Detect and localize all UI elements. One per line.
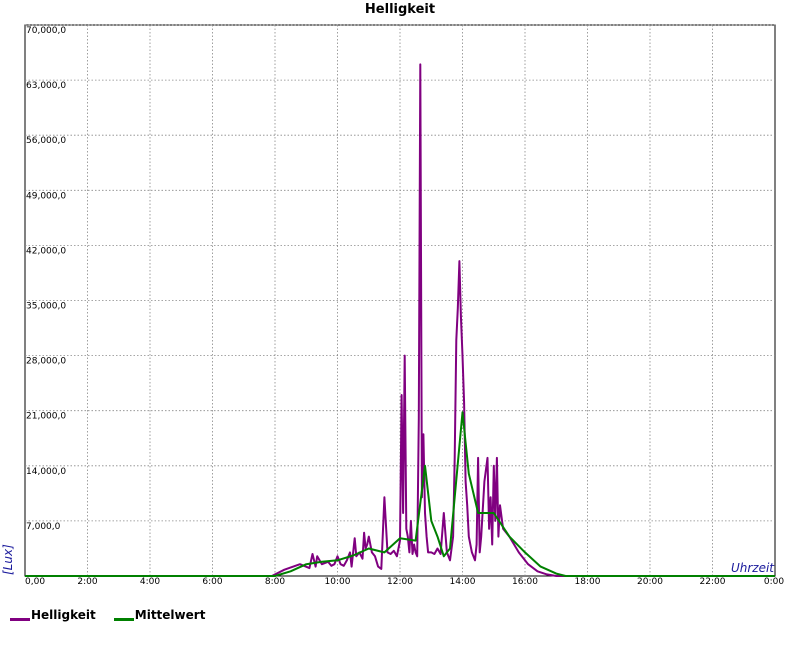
x-tick-labels: 0,00 2:00 4:00 6:00 8:00 10:00 12:00 14:00 16:00…: [25, 577, 784, 587]
x-tick-label: 16:00: [512, 577, 538, 587]
y-tick-label: 70,000,0: [26, 26, 66, 36]
y-tick-label: 35,000,0: [26, 302, 66, 312]
legend-label-helligkeit: Helligkeit: [31, 608, 96, 622]
x-tick-label: 14:00: [450, 577, 476, 587]
y-tick-label: 14,000,0: [26, 467, 66, 477]
x-tick-label: 6:00: [202, 577, 222, 587]
x-tick-label: 10:00: [325, 577, 351, 587]
legend-swatch-mittelwert: [113, 618, 134, 621]
x-tick-label: 0:00: [764, 577, 784, 587]
x-tick-label: 0,00: [25, 577, 45, 587]
legend-item-helligkeit: Helligkeit: [10, 608, 96, 622]
x-tick-label: 4:00: [140, 577, 160, 587]
y-tick-label: 42,000,0: [26, 246, 66, 256]
legend-label-mittelwert: Mittelwert: [134, 608, 206, 622]
y-tick-label: 28,000,0: [26, 357, 66, 367]
legend: Helligkeit Mittelwert: [10, 608, 205, 622]
chart: 7,000,0 14,000,0 21,000,0 28,000,0 35,000,0 4…: [1, 2, 784, 587]
y-tick-label: 49,000,0: [26, 191, 66, 201]
x-tick-label: 22:00: [700, 577, 726, 587]
x-tick-label: 12:00: [387, 577, 413, 587]
y-tick-label: 7,000,0: [26, 522, 61, 532]
x-tick-label: 18:00: [575, 577, 601, 587]
y-tick-label: 56,000,0: [26, 136, 66, 146]
x-tick-label: 2:00: [77, 577, 97, 587]
legend-swatch-helligkeit: [10, 618, 30, 621]
y-tick-label: 63,000,0: [26, 81, 66, 91]
chart-title: Helligkeit: [365, 2, 435, 17]
legend-item-mittelwert: Mittelwert: [113, 608, 206, 622]
x-axis-label: Uhrzeit: [731, 561, 775, 575]
x-tick-label: 8:00: [265, 577, 285, 587]
x-tick-label: 20:00: [637, 577, 663, 587]
y-tick-label: 21,000,0: [26, 412, 66, 422]
y-axis-label: [Lux]: [1, 544, 15, 575]
